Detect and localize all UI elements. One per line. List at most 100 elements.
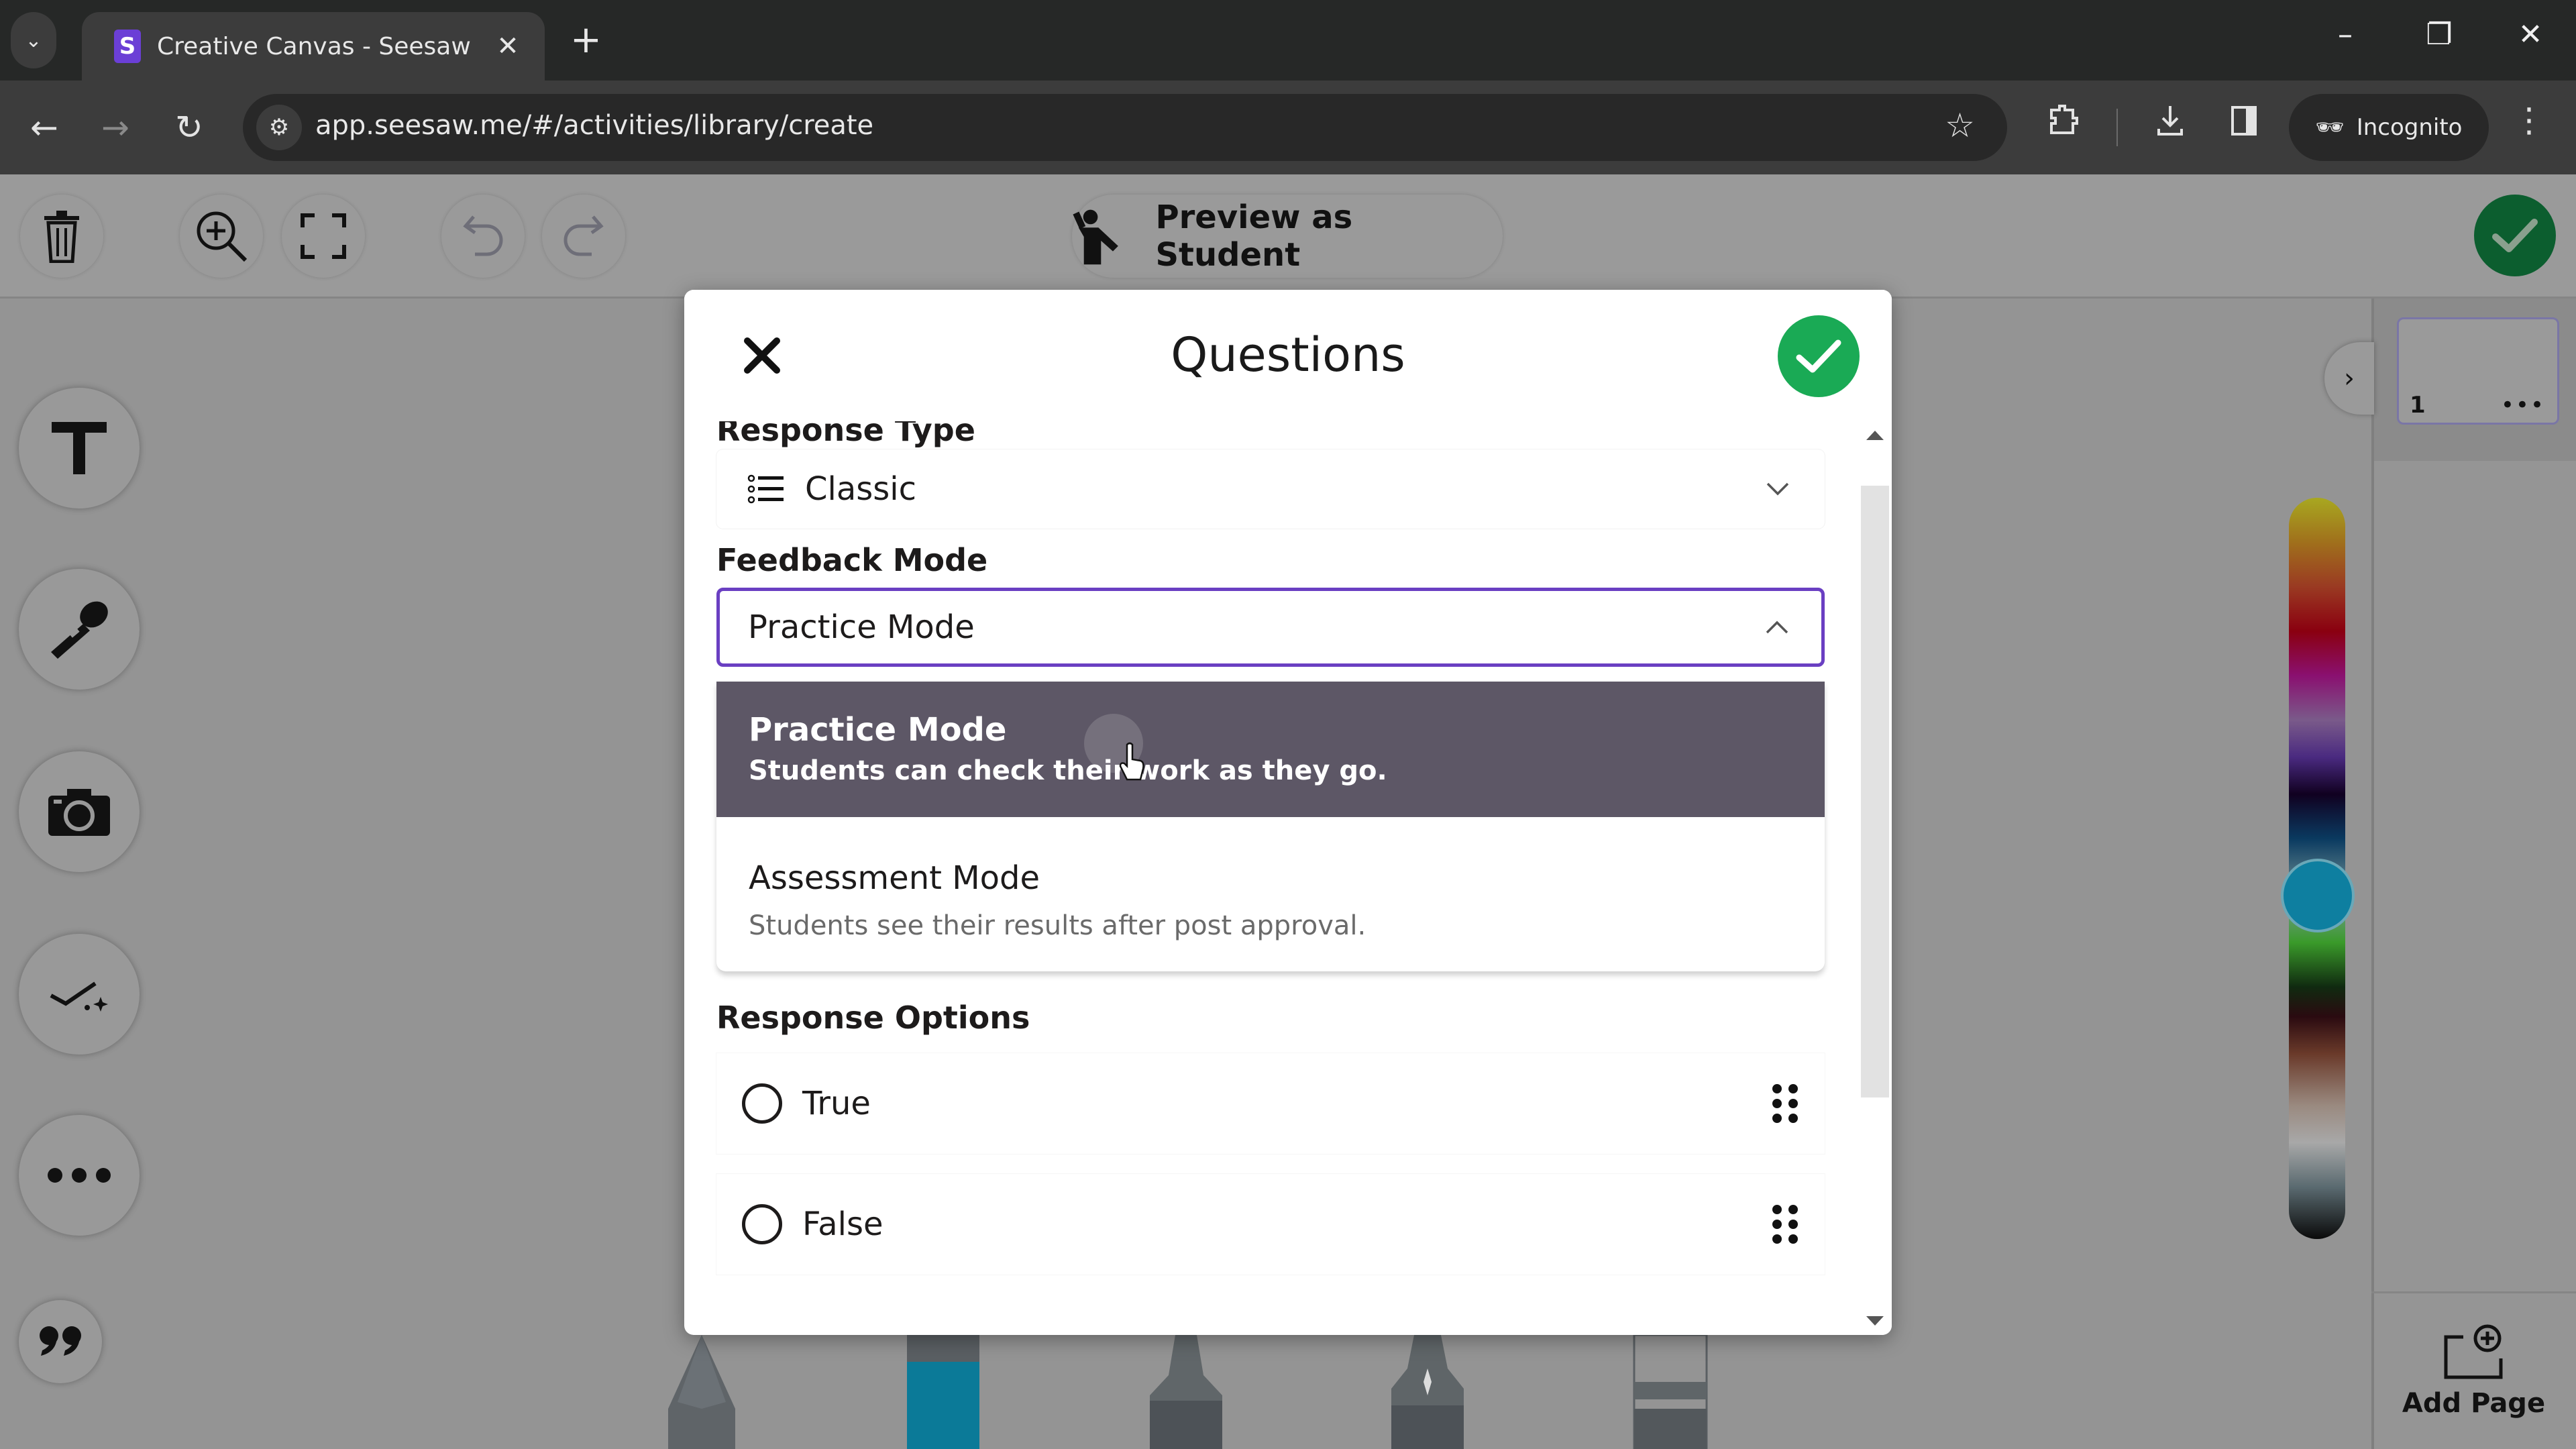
- page-options-icon[interactable]: •••: [2501, 392, 2545, 419]
- microphone-tool-button[interactable]: [19, 569, 140, 690]
- reload-button[interactable]: ↻: [164, 102, 215, 153]
- dropdown-option-practice-mode[interactable]: Practice Mode Students can check their w…: [716, 682, 1825, 817]
- more-horizontal-icon: [48, 1168, 111, 1183]
- drag-handle-icon[interactable]: [1772, 1205, 1799, 1244]
- dialog-body: Response Type Classic Feedback Mode Prac…: [684, 421, 1892, 1335]
- chevron-up-icon: [1761, 611, 1793, 643]
- scrollbar-thumb[interactable]: [1861, 486, 1889, 1097]
- new-tab-button[interactable]: +: [570, 19, 602, 62]
- check-sparkle-icon: [50, 981, 108, 1012]
- quote-tool-button[interactable]: [19, 1300, 102, 1383]
- marker-tool[interactable]: [906, 1335, 981, 1449]
- undo-button[interactable]: [441, 195, 525, 278]
- response-option-row[interactable]: True: [716, 1053, 1825, 1154]
- minimize-button[interactable]: –: [2318, 17, 2372, 52]
- tab-title: Creative Canvas - Seesaw: [157, 32, 471, 60]
- toolbar-divider: [2116, 109, 2118, 146]
- drag-handle-icon[interactable]: [1772, 1084, 1799, 1123]
- response-option-row[interactable]: False: [716, 1174, 1825, 1275]
- back-button[interactable]: ←: [19, 102, 70, 153]
- trash-icon: [44, 211, 79, 263]
- redo-button[interactable]: [542, 195, 625, 278]
- page-thumbnail[interactable]: 1 •••: [2397, 317, 2559, 425]
- scroll-up-arrow-icon[interactable]: [1866, 431, 1884, 440]
- pen-tool[interactable]: [1390, 1335, 1465, 1449]
- restore-button[interactable]: ❐: [2412, 17, 2466, 52]
- fullscreen-button[interactable]: [282, 195, 365, 278]
- bookmark-star-icon[interactable]: ☆: [1945, 106, 1975, 145]
- option-description: Students can check their work as they go…: [749, 755, 1387, 786]
- side-panel-button[interactable]: [2220, 103, 2267, 144]
- delete-button[interactable]: [20, 195, 103, 278]
- kebab-menu-icon[interactable]: ⋮: [2509, 101, 2549, 140]
- zoom-in-button[interactable]: [180, 195, 263, 278]
- chevron-right-icon: ›: [2344, 363, 2355, 394]
- response-option-label[interactable]: True: [802, 1085, 1772, 1122]
- address-bar[interactable]: ⚙ app.seesaw.me/#/activities/library/cre…: [243, 94, 2007, 161]
- incognito-icon: 🕶: [2315, 114, 2345, 141]
- hand-pointer-cursor-icon: [1119, 742, 1144, 781]
- response-type-select[interactable]: Classic: [716, 449, 1825, 529]
- dialog-scrollbar[interactable]: [1858, 421, 1892, 1335]
- chevron-down-icon: [1762, 473, 1794, 505]
- app-toolbar: Preview as Student: [0, 174, 2576, 299]
- dropdown-option-assessment-mode[interactable]: Assessment Mode Students see their resul…: [716, 819, 1825, 971]
- downloads-button[interactable]: [2147, 103, 2194, 144]
- text-tool-button[interactable]: [19, 388, 140, 508]
- quote-icon: [40, 1326, 81, 1356]
- microphone-icon: [51, 601, 108, 659]
- list-icon: [747, 474, 785, 504]
- student-raising-hand-icon: [1073, 209, 1118, 265]
- color-slider-handle[interactable]: [2281, 859, 2355, 932]
- incognito-badge[interactable]: 🕶 Incognito: [2289, 94, 2489, 161]
- incognito-label: Incognito: [2356, 114, 2463, 141]
- response-option-label[interactable]: False: [802, 1205, 1772, 1243]
- dialog-title: Questions: [1171, 327, 1405, 382]
- camera-tool-button[interactable]: [19, 751, 140, 872]
- browser-tab-bar: ⌄ S Creative Canvas - Seesaw ✕ + – ❐ ✕: [0, 0, 2576, 80]
- preview-label: Preview as Student: [1155, 199, 1353, 274]
- response-options-label: Response Options: [716, 1000, 1030, 1036]
- browser-toolbar: ← → ↻ ⚙ app.seesaw.me/#/activities/libra…: [0, 80, 2576, 174]
- save-activity-button[interactable]: [2474, 195, 2556, 276]
- add-page-button[interactable]: Add Page: [2371, 1291, 2576, 1449]
- pencil-tool[interactable]: [664, 1335, 739, 1449]
- forward-button[interactable]: →: [90, 102, 141, 153]
- highlighter-tool[interactable]: [1633, 1335, 1708, 1449]
- browser-tab-active[interactable]: S Creative Canvas - Seesaw ✕: [82, 12, 545, 80]
- page-number: 1: [2410, 392, 2426, 419]
- feedback-mode-label: Feedback Mode: [716, 542, 988, 578]
- tab-list-button[interactable]: ⌄: [11, 12, 56, 68]
- radio-button[interactable]: [742, 1083, 782, 1124]
- scroll-down-arrow-icon[interactable]: [1866, 1316, 1884, 1326]
- arrow-right-icon: →: [101, 108, 129, 147]
- text-icon: [52, 422, 107, 474]
- crayon-tool[interactable]: [1148, 1335, 1224, 1449]
- page-list: 1 •••: [2374, 299, 2576, 461]
- response-type-label: Response Type: [716, 421, 975, 448]
- window-close-button[interactable]: ✕: [2504, 17, 2557, 52]
- feedback-mode-value: Practice Mode: [748, 608, 975, 646]
- fullscreen-icon: [301, 213, 346, 259]
- more-tools-button[interactable]: [19, 1115, 140, 1236]
- preview-as-student-button[interactable]: Preview as Student: [1072, 195, 1503, 278]
- zoom-in-icon: [197, 211, 248, 262]
- response-type-value: Classic: [805, 470, 917, 508]
- add-page-label: Add Page: [2402, 1388, 2546, 1419]
- extensions-button[interactable]: [2039, 103, 2086, 144]
- seesaw-favicon-icon: S: [114, 30, 141, 63]
- option-title: Practice Mode: [749, 711, 1007, 749]
- undo-icon: [463, 215, 503, 256]
- questions-dialog: Questions Response Type Classic Feedback…: [684, 290, 1892, 1335]
- auto-check-tool-button[interactable]: [19, 934, 140, 1055]
- radio-button[interactable]: [742, 1204, 782, 1244]
- feedback-mode-select[interactable]: Practice Mode: [716, 588, 1825, 667]
- tab-close-icon[interactable]: ✕: [491, 31, 525, 62]
- chevron-down-icon: ⌄: [25, 28, 42, 52]
- dialog-confirm-button[interactable]: [1778, 315, 1860, 397]
- site-info-button[interactable]: ⚙: [256, 105, 302, 150]
- side-panel-icon: [2231, 106, 2257, 136]
- option-title: Assessment Mode: [749, 859, 1040, 897]
- url-text[interactable]: app.seesaw.me/#/activities/library/creat…: [315, 110, 873, 141]
- arrow-left-icon: ←: [30, 108, 58, 147]
